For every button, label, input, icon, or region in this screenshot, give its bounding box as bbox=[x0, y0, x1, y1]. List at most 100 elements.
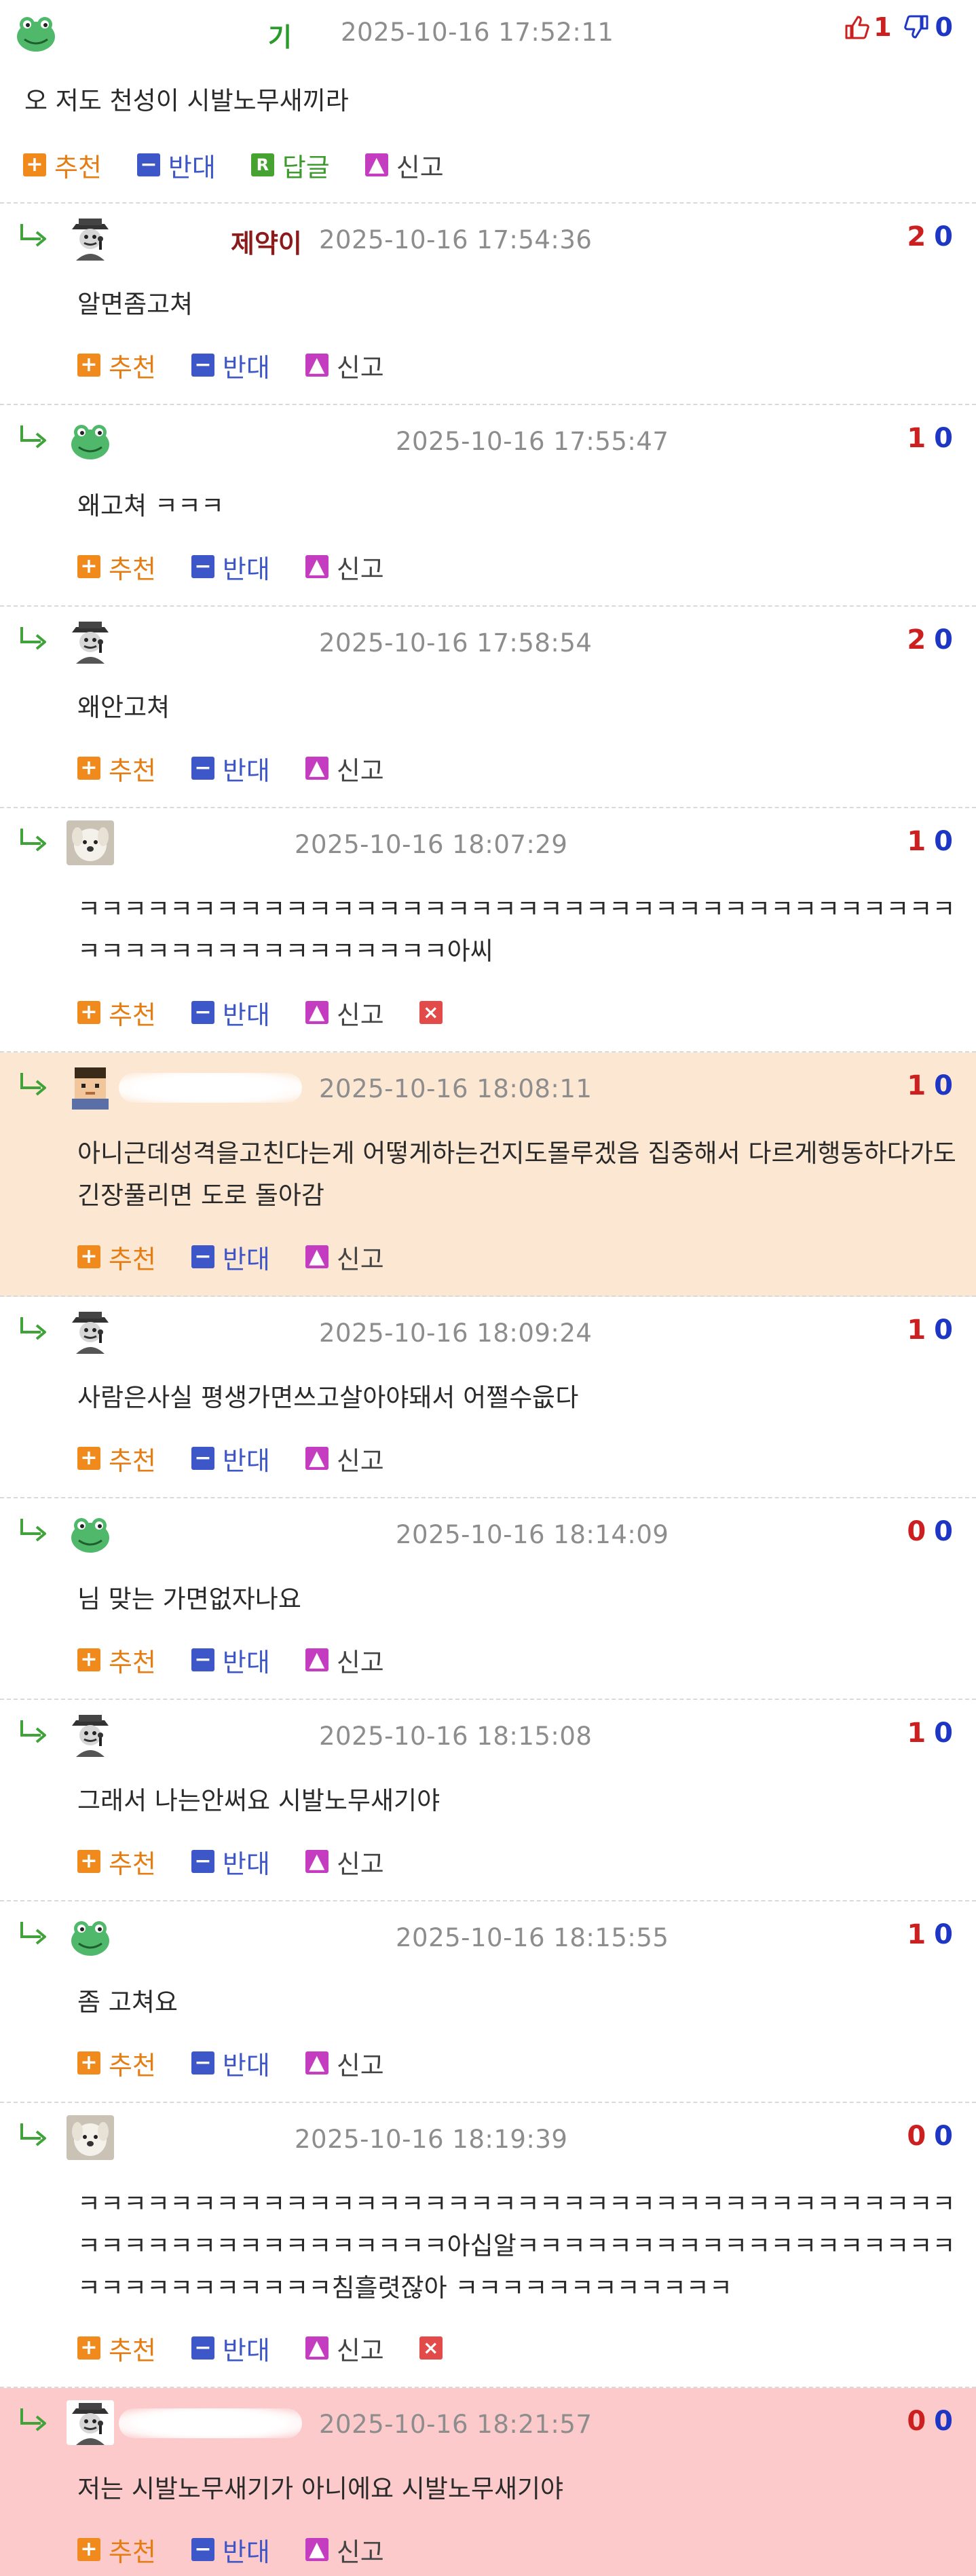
nickname[interactable]: 기 bbox=[268, 16, 292, 54]
siren-icon: ▲ bbox=[305, 2538, 329, 2561]
oppose-button-label: 반대 bbox=[222, 1647, 270, 1678]
recommend-button-label: 추천 bbox=[109, 755, 156, 786]
oppose-button-label: 반대 bbox=[222, 2335, 270, 2366]
plus-icon: + bbox=[77, 1245, 100, 1268]
comment-actions: + 추천 − 반대 ▲ 신고 bbox=[77, 1240, 419, 1274]
report-button[interactable]: ▲ 신고 bbox=[305, 548, 384, 586]
reply-arrow-icon bbox=[18, 221, 50, 248]
report-button[interactable]: ▲ 신고 bbox=[305, 1238, 384, 1276]
thumbs-up-icon[interactable] bbox=[842, 14, 869, 41]
thumbs-down-icon[interactable] bbox=[903, 14, 931, 41]
vote-counts: 10 bbox=[907, 826, 953, 857]
report-button[interactable]: ▲ 신고 bbox=[305, 2045, 384, 2082]
oppose-button-label: 반대 bbox=[222, 1000, 270, 1030]
oppose-button[interactable]: − 반대 bbox=[191, 1642, 270, 1679]
oppose-count: 0 bbox=[934, 2406, 953, 2437]
recommend-button[interactable]: + 추천 bbox=[77, 750, 156, 787]
nickname[interactable]: 제약이 bbox=[231, 223, 302, 260]
reply-arrow-icon bbox=[18, 826, 50, 853]
oppose-count: 0 bbox=[934, 2121, 953, 2152]
minus-icon: − bbox=[191, 2538, 214, 2561]
nickname-redaction bbox=[119, 1317, 302, 1347]
recommend-button[interactable]: + 추천 bbox=[77, 2045, 156, 2082]
report-button[interactable]: ▲ 신고 bbox=[305, 1843, 384, 1880]
oppose-button[interactable]: − 반대 bbox=[136, 147, 216, 184]
comment-actions: + 추천 − 반대 ▲ 신고 bbox=[77, 2045, 419, 2082]
recommend-button[interactable]: + 추천 bbox=[77, 2531, 156, 2569]
comment-body: ㅋㅋㅋㅋㅋㅋㅋㅋㅋㅋㅋㅋㅋㅋㅋㅋㅋㅋㅋㅋㅋㅋㅋㅋㅋㅋㅋㅋㅋㅋㅋㅋㅋㅋㅋㅋㅋㅋㅋㅋ… bbox=[77, 894, 956, 966]
detective-avatar-icon[interactable] bbox=[67, 216, 114, 261]
recommend-button[interactable]: + 추천 bbox=[77, 2330, 156, 2367]
minus-icon: − bbox=[191, 1447, 214, 1470]
nickname-redaction bbox=[119, 2408, 302, 2438]
report-button[interactable]: ▲ 신고 bbox=[305, 994, 384, 1031]
recommend-count: 0 bbox=[907, 1516, 926, 1547]
reply-button[interactable]: R 답글 bbox=[250, 147, 330, 184]
recommend-button-label: 추천 bbox=[109, 1244, 156, 1274]
report-button-label: 신고 bbox=[336, 352, 384, 383]
detective-avatar-icon[interactable] bbox=[67, 619, 114, 664]
detective-avatar-icon[interactable] bbox=[67, 1712, 114, 1757]
oppose-button[interactable]: − 반대 bbox=[191, 548, 270, 586]
report-button[interactable]: ▲ 신고 bbox=[305, 2330, 384, 2367]
recommend-button[interactable]: + 추천 bbox=[77, 347, 156, 384]
reply-arrow-icon bbox=[18, 2121, 50, 2148]
frog-avatar-icon[interactable] bbox=[67, 417, 114, 462]
comment-body: 그래서 나는안써요 시발노무새기야 bbox=[77, 1786, 440, 1815]
frog-avatar-icon[interactable] bbox=[12, 10, 60, 54]
oppose-button[interactable]: − 반대 bbox=[191, 1843, 270, 1880]
report-button[interactable]: ▲ 신고 bbox=[364, 147, 444, 184]
detective-avatar-icon[interactable] bbox=[67, 2400, 114, 2445]
delete-icon[interactable]: × bbox=[419, 1001, 443, 1024]
recommend-button-label: 추천 bbox=[109, 1445, 156, 1476]
recommend-count: 0 bbox=[907, 2121, 926, 2152]
oppose-button[interactable]: − 반대 bbox=[191, 750, 270, 787]
plus-icon: + bbox=[77, 2336, 100, 2360]
oppose-button[interactable]: − 반대 bbox=[191, 1238, 270, 1276]
plus-icon: + bbox=[23, 153, 46, 176]
report-button[interactable]: ▲ 신고 bbox=[305, 2531, 384, 2569]
delete-icon[interactable]: × bbox=[419, 2336, 443, 2360]
oppose-count: 0 bbox=[934, 826, 953, 857]
report-button-label: 신고 bbox=[336, 1849, 384, 1879]
report-button[interactable]: ▲ 신고 bbox=[305, 347, 384, 384]
recommend-button[interactable]: + 추천 bbox=[77, 1440, 156, 1477]
recommend-button[interactable]: + 추천 bbox=[77, 548, 156, 586]
recommend-button[interactable]: + 추천 bbox=[77, 1238, 156, 1276]
detective-avatar-icon[interactable] bbox=[67, 1309, 114, 1354]
reply-comment: 2025-10-16 18:07:29 1 0 ㅋㅋㅋㅋㅋㅋㅋㅋㅋㅋㅋㅋㅋㅋㅋㅋㅋㅋㅋ… bbox=[0, 808, 976, 1053]
oppose-button[interactable]: − 반대 bbox=[191, 1440, 270, 1477]
report-button[interactable]: ▲ 신고 bbox=[305, 750, 384, 787]
minus-icon: − bbox=[136, 153, 160, 176]
dog-avatar-icon[interactable] bbox=[67, 2115, 114, 2160]
recommend-count: 1 bbox=[907, 1919, 926, 1950]
recommend-count: 1 bbox=[907, 826, 926, 857]
comment-actions: + 추천 − 반대 ▲ 신고 bbox=[77, 1843, 419, 1880]
frog-avatar-icon[interactable] bbox=[67, 1511, 114, 1555]
oppose-button-label: 반대 bbox=[222, 352, 270, 383]
pixel-avatar-icon[interactable] bbox=[67, 1065, 114, 1110]
oppose-button[interactable]: − 반대 bbox=[191, 2045, 270, 2082]
recommend-button[interactable]: + 추천 bbox=[77, 994, 156, 1031]
recommend-button[interactable]: + 추천 bbox=[77, 1843, 156, 1880]
reply-comment: 2025-10-16 17:58:54 2 0 왜안고쳐 + 추천 − 반대 ▲ 신고 bbox=[0, 607, 976, 808]
plus-icon: + bbox=[77, 1648, 100, 1671]
nickname-redaction bbox=[119, 1073, 302, 1103]
vote-counts: 00 bbox=[907, 2121, 953, 2152]
reply-comment: 2025-10-16 18:14:09 0 0 님 맞는 가면없자나요 + 추천 − 반대 ▲ 신… bbox=[0, 1498, 976, 1700]
frog-avatar-icon[interactable] bbox=[67, 1914, 114, 1958]
timestamp: 2025-10-16 18:08:11 bbox=[319, 1074, 593, 1103]
oppose-button[interactable]: − 반대 bbox=[191, 2330, 270, 2367]
dog-avatar-icon[interactable] bbox=[67, 820, 114, 865]
reply-arrow-icon bbox=[18, 423, 50, 450]
comment-body: 오 저도 천성이 시발노무새끼라 bbox=[24, 86, 349, 115]
oppose-button[interactable]: − 반대 bbox=[191, 347, 270, 384]
recommend-button[interactable]: + 추천 bbox=[77, 1642, 156, 1679]
oppose-button[interactable]: − 반대 bbox=[191, 2531, 270, 2569]
report-button[interactable]: ▲ 신고 bbox=[305, 1440, 384, 1477]
oppose-button[interactable]: − 반대 bbox=[191, 994, 270, 1031]
minus-icon: − bbox=[191, 1850, 214, 1873]
recommend-button[interactable]: + 추천 bbox=[23, 147, 102, 184]
report-button[interactable]: ▲ 신고 bbox=[305, 1642, 384, 1679]
oppose-button-label: 반대 bbox=[222, 755, 270, 786]
